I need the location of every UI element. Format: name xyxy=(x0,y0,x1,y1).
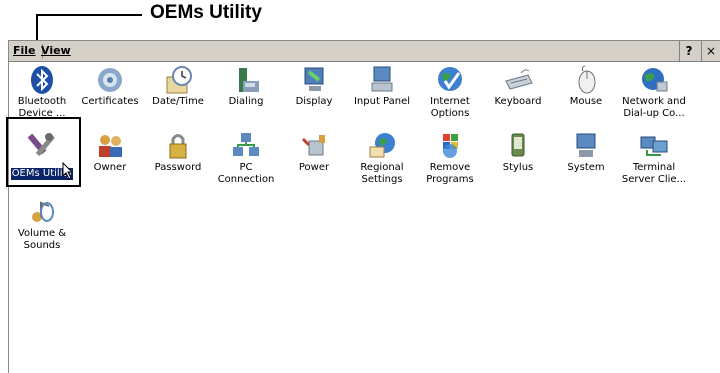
item-label: Network and Dial-up Co... xyxy=(622,96,686,119)
menu-view-label: View xyxy=(41,44,71,57)
item-label: Input Panel xyxy=(353,96,411,107)
mouse-icon xyxy=(578,65,596,94)
item-mouse[interactable]: Mouse xyxy=(553,63,619,129)
item-date-time[interactable]: Date/Time xyxy=(145,63,211,129)
regional-globe-icon xyxy=(369,133,395,158)
item-input-panel[interactable]: Input Panel xyxy=(349,63,415,129)
item-terminal-server[interactable]: Terminal Server Clie... xyxy=(621,129,687,195)
item-remove-programs[interactable]: Remove Programs xyxy=(417,129,483,195)
item-display[interactable]: Display xyxy=(281,63,347,129)
bluetooth-icon xyxy=(31,66,53,94)
keyboard-icon xyxy=(505,69,533,90)
item-dialing[interactable]: Dialing xyxy=(213,63,279,129)
remove-programs-icon xyxy=(443,134,458,158)
item-label: Password xyxy=(154,162,202,173)
item-volume-sounds[interactable]: Volume & Sounds xyxy=(9,195,75,261)
item-stylus[interactable]: Stylus xyxy=(485,129,551,195)
item-label: Remove Programs xyxy=(426,162,474,185)
pc-connection-icon xyxy=(233,133,259,156)
cursor-icon xyxy=(62,162,74,180)
item-label: Keyboard xyxy=(494,96,542,107)
callout-line xyxy=(36,14,142,16)
clock-icon xyxy=(166,66,192,94)
item-label: Regional Settings xyxy=(360,162,404,185)
item-label: Volume & Sounds xyxy=(17,228,67,251)
control-panel-window: File View ? × Bluetooth Device ... Certi… xyxy=(8,40,720,373)
globe-icon xyxy=(438,67,462,91)
item-label: System xyxy=(567,162,605,173)
item-label: PC Connection xyxy=(217,162,275,185)
power-icon xyxy=(301,135,325,156)
item-power[interactable]: Power xyxy=(281,129,347,195)
item-label: Power xyxy=(298,162,330,173)
item-internet-options[interactable]: Internet Options xyxy=(417,63,483,129)
callout-title: OEMs Utility xyxy=(150,2,262,23)
close-button[interactable]: × xyxy=(701,41,720,61)
item-regional-settings[interactable]: Regional Settings xyxy=(349,129,415,195)
item-label: Mouse xyxy=(569,96,603,107)
item-network[interactable]: Network and Dial-up Co... xyxy=(621,63,687,129)
certificates-icon xyxy=(98,68,122,92)
menu-bar: File View ? × xyxy=(9,41,720,62)
speaker-icon xyxy=(32,201,54,222)
item-system[interactable]: System xyxy=(553,129,619,195)
item-label: Stylus xyxy=(502,162,534,173)
item-label: Owner xyxy=(93,162,127,173)
item-certificates[interactable]: Certificates xyxy=(77,63,143,129)
item-label: Dialing xyxy=(228,96,264,107)
phone-icon xyxy=(239,68,259,92)
display-icon xyxy=(304,67,324,91)
owner-icon xyxy=(99,135,122,157)
terminal-server-icon xyxy=(640,136,668,156)
stylus-icon xyxy=(511,133,525,157)
menu-view[interactable]: View xyxy=(39,44,73,58)
help-button[interactable]: ? xyxy=(679,41,698,61)
menu-file[interactable]: File xyxy=(11,44,43,58)
item-label: Internet Options xyxy=(430,96,470,119)
item-label: Certificates xyxy=(81,96,139,107)
input-panel-icon xyxy=(371,66,393,92)
system-icon xyxy=(576,133,596,157)
item-label: Date/Time xyxy=(152,96,204,107)
item-password[interactable]: Password xyxy=(145,129,211,195)
item-pc-connection[interactable]: PC Connection xyxy=(213,129,279,195)
item-keyboard[interactable]: Keyboard xyxy=(485,63,551,129)
menu-file-label: File xyxy=(13,44,36,57)
item-label: Terminal Server Clie... xyxy=(621,162,687,185)
item-owner[interactable]: Owner xyxy=(77,129,143,195)
lock-icon xyxy=(169,134,187,159)
network-icon xyxy=(642,68,668,92)
item-label: Display xyxy=(295,96,333,107)
